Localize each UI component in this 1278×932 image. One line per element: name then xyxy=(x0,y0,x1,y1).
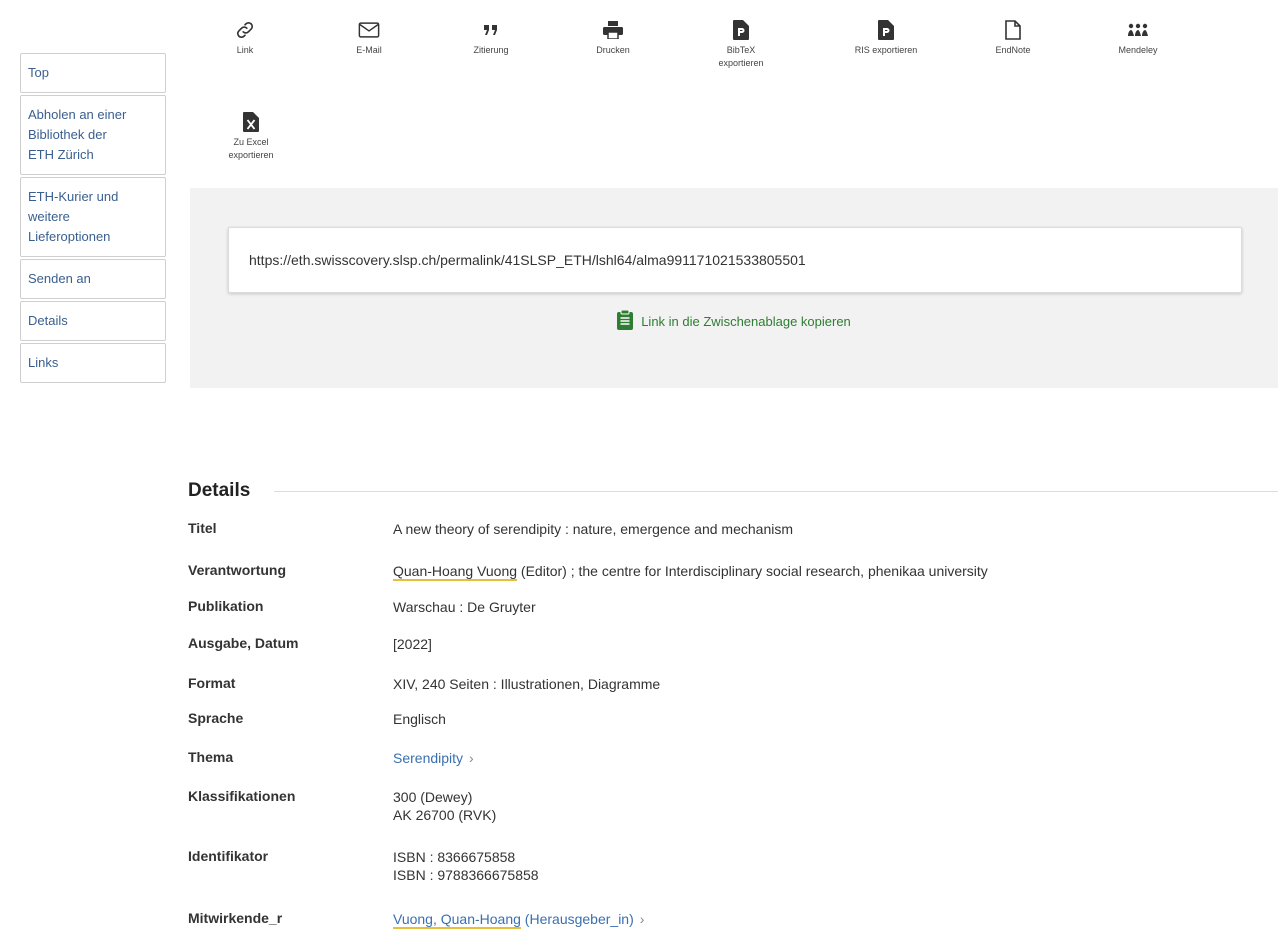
email-button-label: E-Mail xyxy=(356,45,382,55)
detail-row-format: Format XIV, 240 Seiten : Illustrationen,… xyxy=(188,675,1268,693)
detail-key: Thema xyxy=(188,749,234,765)
detail-key: Titel xyxy=(188,520,217,536)
detail-row-title: Titel A new theory of serendipity : natu… xyxy=(188,520,1268,538)
contributor-role[interactable]: (Herausgeber_in) xyxy=(521,911,634,927)
detail-row-publication: Publikation Warschau : De Gruyter xyxy=(188,598,1268,616)
chevron-right-icon: › xyxy=(469,750,474,766)
file-icon xyxy=(958,18,1068,42)
sidebar-item-send-to[interactable]: Senden an xyxy=(20,259,166,299)
sidebar-item-label-line: Lieferoptionen xyxy=(28,229,111,244)
sidebar-item-courier[interactable]: ETH-Kurier und weitere Lieferoptionen xyxy=(20,177,166,257)
sidebar-item-links[interactable]: Links xyxy=(20,343,166,383)
detail-value: A new theory of serendipity : nature, em… xyxy=(393,521,793,537)
bibtex-export-label: BibTeX xyxy=(726,45,756,55)
ris-export-label: RIS exportieren xyxy=(854,45,918,55)
detail-key: Publikation xyxy=(188,598,264,614)
sidebar-item-label: Senden an xyxy=(28,271,91,286)
print-button[interactable]: Drucken xyxy=(558,18,668,57)
sidebar-item-label-line: ETH Zürich xyxy=(28,147,94,162)
sidebar-item-label-line: ETH-Kurier und xyxy=(28,189,119,204)
detail-key: Format xyxy=(188,675,236,691)
sidebar-item-label-line: Abholen an einer xyxy=(28,107,127,122)
responsibility-link[interactable]: Quan-Hoang Vuong xyxy=(393,563,517,579)
sidebar-item-top[interactable]: Top xyxy=(20,53,166,93)
bibtex-export-button[interactable]: BibTeX exportieren xyxy=(686,18,796,70)
detail-key: Mitwirkende_r xyxy=(188,910,283,926)
citation-button[interactable]: Zitierung xyxy=(436,18,546,57)
detail-key: Identifikator xyxy=(188,848,269,864)
sidebar-item-pickup[interactable]: Abholen an einer Bibliothek der ETH Züri… xyxy=(20,95,166,175)
detail-value: Englisch xyxy=(393,711,446,727)
email-button[interactable]: E-Mail xyxy=(314,18,424,57)
endnote-export-button[interactable]: EndNote xyxy=(958,18,1068,57)
detail-row-responsibility: Verantwortung Quan-Hoang Vuong (Editor) … xyxy=(188,562,1268,580)
isbn-value: ISBN : 8366675858 xyxy=(393,849,516,865)
detail-key: Verantwortung xyxy=(188,562,287,578)
sidebar-item-label-line: Bibliothek der xyxy=(28,127,107,142)
responsibility-text: (Editor) ; the centre for Interdisciplin… xyxy=(517,563,988,579)
clipboard-icon xyxy=(617,309,634,333)
sidebar-item-label: Top xyxy=(28,65,49,80)
envelope-icon xyxy=(314,18,424,42)
citation-button-label: Zitierung xyxy=(473,45,509,55)
classification-value: 300 (Dewey) xyxy=(393,789,473,805)
detail-value: XIV, 240 Seiten : Illustrationen, Diagra… xyxy=(393,676,661,692)
mendeley-export-label: Mendeley xyxy=(1118,45,1158,55)
permalink-url: https://eth.swisscovery.slsp.ch/permalin… xyxy=(249,252,806,268)
detail-row-edition-date: Ausgabe, Datum [2022] xyxy=(188,635,1268,653)
permalink-url-field[interactable]: https://eth.swisscovery.slsp.ch/permalin… xyxy=(228,227,1242,293)
sidebar-item-label: Links xyxy=(28,355,59,370)
detail-value: [2022] xyxy=(393,636,432,652)
details-header: Details xyxy=(188,480,1278,502)
print-button-label: Drucken xyxy=(596,45,630,55)
printer-icon xyxy=(558,18,668,42)
permalink-panel: https://eth.swisscovery.slsp.ch/permalin… xyxy=(190,188,1278,388)
chevron-right-icon: › xyxy=(639,911,645,927)
copy-to-clipboard-button[interactable]: Link in die Zwischenablage kopieren xyxy=(190,309,1278,333)
detail-key: Sprache xyxy=(188,710,244,726)
file-export-icon xyxy=(686,18,796,42)
detail-row-subject: Thema Serendipity › xyxy=(188,749,1268,767)
file-export-icon xyxy=(831,18,941,42)
detail-row-identifier: Identifikator ISBN : 8366675858 ISBN : 9… xyxy=(188,848,1268,884)
detail-row-classifications: Klassifikationen 300 (Dewey) AK 26700 (R… xyxy=(188,788,1268,824)
sidebar-item-label-line: weitere xyxy=(28,209,70,224)
detail-value: Vuong, Quan-Hoang (Herausgeber_in) › xyxy=(393,910,1268,928)
detail-value: Serendipity › xyxy=(393,749,1268,767)
mendeley-export-button[interactable]: Mendeley xyxy=(1083,18,1193,57)
details-title: Details xyxy=(188,480,251,501)
ris-export-button[interactable]: RIS exportieren xyxy=(831,18,941,57)
subject-link[interactable]: Serendipity xyxy=(393,750,463,766)
detail-row-contributor: Mitwirkende_r Vuong, Quan-Hoang (Herausg… xyxy=(188,910,1268,928)
detail-value: ISBN : 8366675858 ISBN : 9788366675858 xyxy=(393,848,1268,884)
detail-value: Quan-Hoang Vuong (Editor) ; the centre f… xyxy=(393,562,1268,580)
detail-row-language: Sprache Englisch xyxy=(188,710,1268,728)
detail-key: Klassifikationen xyxy=(188,788,296,804)
detail-key: Ausgabe, Datum xyxy=(188,635,299,651)
detail-value: 300 (Dewey) AK 26700 (RVK) xyxy=(393,788,1268,824)
sidebar-item-label: Details xyxy=(28,313,68,328)
contributor-link[interactable]: Vuong, Quan-Hoang xyxy=(393,911,521,927)
excel-export-button[interactable]: Zu Excel exportieren xyxy=(196,110,306,162)
divider xyxy=(274,490,1278,492)
link-button[interactable]: Link xyxy=(190,18,300,57)
mendeley-icon xyxy=(1083,18,1193,42)
excel-export-label: Zu Excel xyxy=(233,137,269,147)
excel-export-label-line2: exportieren xyxy=(228,150,274,160)
copy-to-clipboard-label: Link in die Zwischenablage kopieren xyxy=(641,314,851,329)
excel-icon xyxy=(196,110,306,134)
isbn-value: ISBN : 9788366675858 xyxy=(393,867,539,883)
sidebar-nav: Top Abholen an einer Bibliothek der ETH … xyxy=(20,53,166,383)
link-icon xyxy=(190,18,300,42)
endnote-export-label: EndNote xyxy=(995,45,1031,55)
quote-icon xyxy=(436,18,546,42)
bibtex-export-label-line2: exportieren xyxy=(718,58,764,68)
detail-value: Warschau : De Gruyter xyxy=(393,599,536,615)
classification-value: AK 26700 (RVK) xyxy=(393,807,497,823)
link-button-label: Link xyxy=(236,45,254,55)
sidebar-item-details[interactable]: Details xyxy=(20,301,166,341)
